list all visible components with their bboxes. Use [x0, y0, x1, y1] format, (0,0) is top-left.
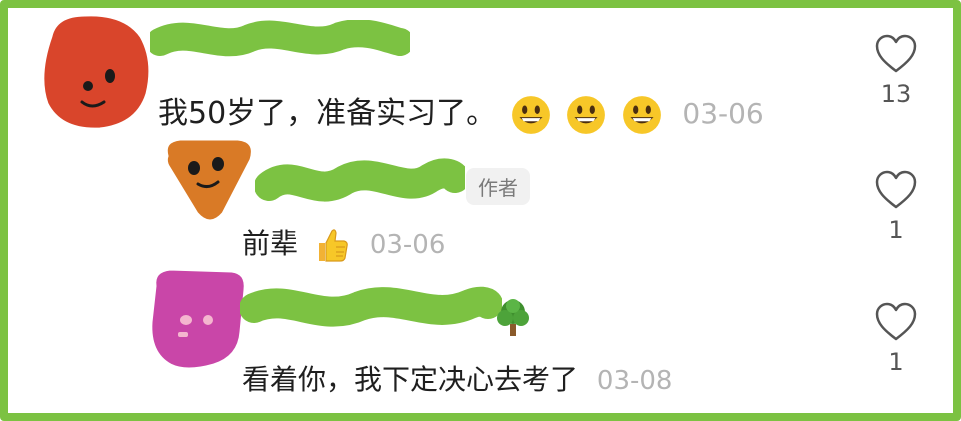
comment-text: 我50岁了，准备实习了。 [158, 96, 497, 131]
comment-date: 03-06 [369, 230, 446, 260]
comment-text-row: 看着你，我下定决心去考了 03-08 [242, 358, 672, 398]
like-count: 1 [888, 216, 904, 244]
grinning-face-emoji [511, 95, 550, 134]
comment-text: 看着你，我下定决心去考了 [242, 363, 579, 396]
avatar[interactable] [30, 6, 160, 136]
grinning-face-emoji [622, 95, 661, 134]
heart-outline-icon[interactable] [874, 302, 918, 342]
like-button[interactable]: 1 [866, 170, 926, 244]
author-badge: 作者 [466, 168, 530, 205]
like-count: 13 [880, 80, 912, 108]
username-scribble [150, 20, 410, 57]
comment-text-row: 前辈 03-06 [242, 222, 445, 265]
like-count: 1 [888, 348, 904, 376]
comment-text-row: 我50岁了，准备实习了。 03-06 [158, 88, 764, 136]
username-scribble [255, 158, 465, 202]
comment-date: 03-06 [682, 97, 764, 130]
heart-outline-icon[interactable] [874, 34, 918, 74]
like-button[interactable]: 1 [866, 302, 926, 376]
username-scribble [240, 286, 502, 327]
avatar[interactable] [136, 262, 256, 380]
like-button[interactable]: 13 [866, 34, 926, 108]
comment-date: 03-08 [596, 366, 673, 396]
heart-outline-icon[interactable] [874, 170, 918, 210]
thumbs-up-emoji [318, 229, 348, 262]
comment-text: 前辈 [242, 227, 299, 260]
avatar[interactable] [152, 130, 267, 230]
grinning-face-emoji [567, 95, 606, 134]
tree-emoji [497, 299, 529, 336]
